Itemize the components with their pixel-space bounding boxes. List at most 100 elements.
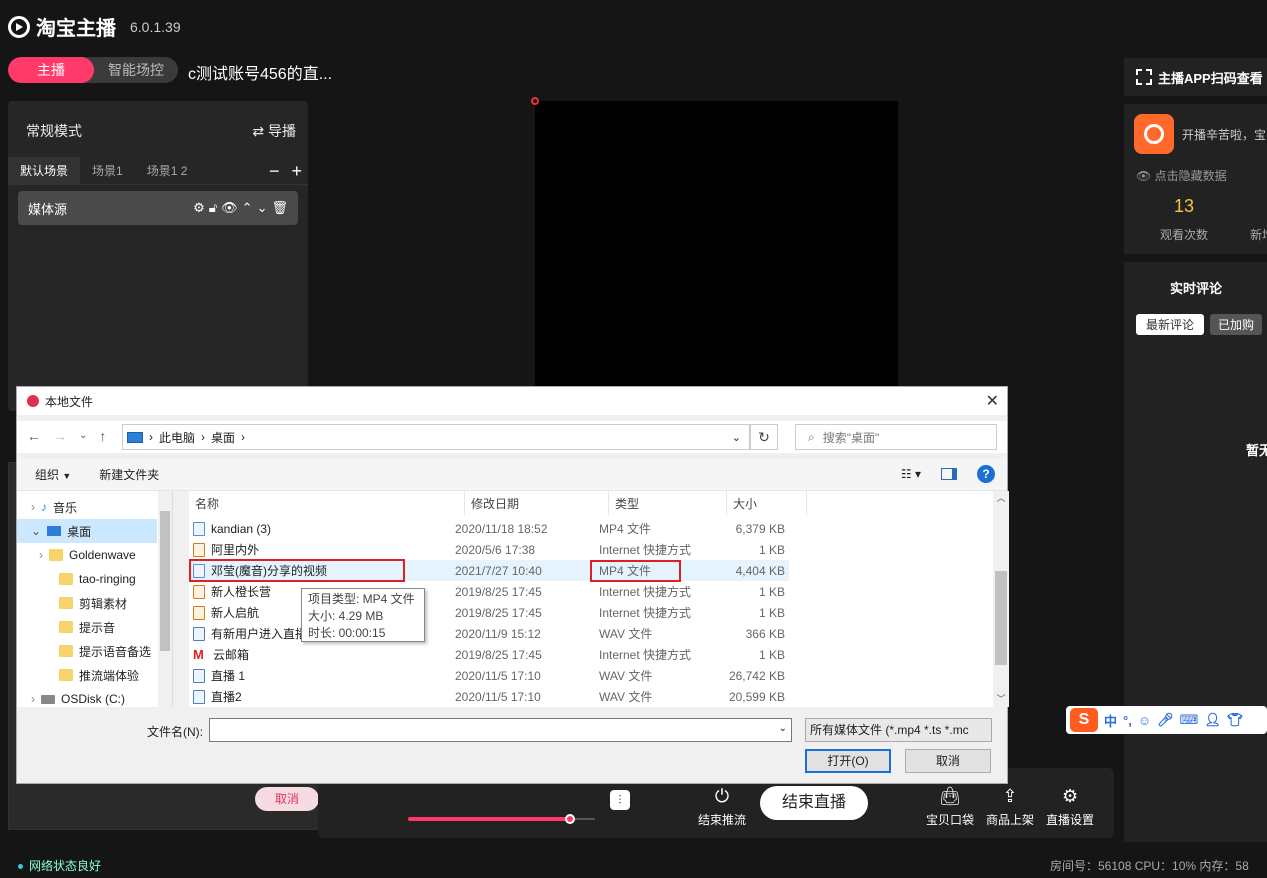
refresh-icon[interactable]: ↻ xyxy=(750,424,778,450)
video-file-icon xyxy=(193,521,205,536)
audio-file-icon xyxy=(193,668,205,683)
media-source-item[interactable]: 媒体源 ⚙ 🔓︎ 👁︎ ⌃ ⌄ 🗑︎ xyxy=(18,191,298,225)
tree-scrollbar[interactable] xyxy=(158,491,172,707)
skin-icon[interactable]: 👕︎ xyxy=(1227,712,1244,728)
chevron-down-icon[interactable]: ⌄ xyxy=(257,200,268,216)
tree-item-tao-ringing[interactable]: tao-ringing xyxy=(17,567,172,591)
close-icon[interactable]: ✕ xyxy=(986,391,999,411)
eye-icon[interactable]: 👁︎ xyxy=(221,200,238,216)
file-date: 2019/8/25 17:45 xyxy=(455,647,542,662)
volume-slider-handle[interactable] xyxy=(565,814,575,824)
breadcrumb-desktop[interactable]: 桌面 xyxy=(211,429,235,446)
tree-scroll-thumb[interactable] xyxy=(160,511,170,651)
file-row[interactable]: 新人启航 2019/8/25 17:45 Internet 快捷方式 1 KB xyxy=(189,602,789,623)
scan-qr-button[interactable]: 主播APP扫码查看 xyxy=(1124,58,1267,96)
live-stats-card: 开播辛苦啦，宝 👁︎ 点击隐藏数据 13 观看次数 新增 xyxy=(1124,104,1267,254)
file-row[interactable]: 新人橙长营 2019/8/25 17:45 Internet 快捷方式 1 KB xyxy=(189,581,789,602)
internet-shortcut-icon xyxy=(193,605,205,620)
forward-icon[interactable]: → xyxy=(53,428,67,444)
tree-item-tones[interactable]: 提示音 xyxy=(17,615,172,639)
lock-icon[interactable]: 🔓︎ xyxy=(209,200,217,216)
tab-added-cart[interactable]: 已加购 xyxy=(1210,314,1263,335)
file-row[interactable]: 直播 1 2020/11/5 17:10 WAV 文件 26,742 KB xyxy=(189,665,789,686)
organize-menu[interactable]: 组织 ▼ xyxy=(35,466,71,483)
scroll-down-icon[interactable]: ﹀ xyxy=(993,692,1009,705)
file-row[interactable]: 直播2 2020/11/5 17:10 WAV 文件 20,599 KB xyxy=(189,686,789,707)
back-icon[interactable]: ← xyxy=(27,428,41,444)
file-row[interactable]: 阿里内外 2020/5/6 17:38 Internet 快捷方式 1 KB xyxy=(189,539,789,560)
cancel-button[interactable]: 取消 xyxy=(905,749,991,773)
file-open-dialog: 本地文件 ✕ ← → ⌄ ↑ › 此电脑 › 桌面 › ⌄ ↻ ⌕ 搜索"桌面"… xyxy=(16,386,1009,784)
tree-item-osdisk[interactable]: › OSDisk (C:) xyxy=(17,687,172,707)
add-scene-icon[interactable]: + xyxy=(291,157,302,185)
mode-label: 常规模式 xyxy=(26,123,82,139)
breadcrumb-this-pc[interactable]: 此电脑 xyxy=(159,429,195,446)
guide-button[interactable]: ⇄ 导播 xyxy=(252,121,296,141)
end-live-button[interactable]: 结束直播 xyxy=(760,786,868,820)
tab-smart-control[interactable]: 智能场控 xyxy=(94,57,178,83)
column-date[interactable]: 修改日期 xyxy=(465,491,609,515)
search-input[interactable]: ⌕ 搜索"桌面" xyxy=(795,424,997,450)
scene-tab-1[interactable]: 场景1 xyxy=(80,157,135,185)
filetype-select[interactable]: 所有媒体文件 (*.mp4 *.ts *.mc xyxy=(805,718,992,742)
tab-latest-comments[interactable]: 最新评论 xyxy=(1136,314,1205,335)
list-scroll-thumb[interactable] xyxy=(995,571,1007,665)
new-folder-button[interactable]: 新建文件夹 xyxy=(99,466,159,483)
ime-lang[interactable]: 中 xyxy=(1104,711,1117,730)
recent-locations-icon[interactable]: ⌄ xyxy=(79,428,87,444)
file-row[interactable]: 有新用户进入直播 2020/11/9 15:12 WAV 文件 366 KB xyxy=(189,623,789,644)
file-type: Internet 快捷方式 xyxy=(599,585,692,599)
file-date: 2019/8/25 17:45 xyxy=(455,584,542,599)
breadcrumb-sep-icon: › xyxy=(201,430,206,444)
punctuation-icon[interactable]: °, xyxy=(1123,713,1132,728)
file-name: 新人启航 xyxy=(211,606,260,620)
ime-toolbar[interactable]: S 中 °, ☺ 🎤︎ ⌨ 👤︎ 👕︎ xyxy=(1066,706,1267,734)
remove-scene-icon[interactable]: − xyxy=(269,157,280,185)
product-bag-button[interactable]: 👜︎ 宝贝口袋 xyxy=(926,786,974,828)
gear-icon[interactable]: ⚙ xyxy=(193,200,205,216)
list-scrollbar[interactable]: ︿ ﹀ xyxy=(993,491,1009,707)
tree-item-clips[interactable]: 剪辑素材 xyxy=(17,591,172,615)
tree-item-voice-options[interactable]: 提示语音备选 xyxy=(17,639,172,663)
mixer-button[interactable]: ⫶ xyxy=(610,790,630,810)
column-name[interactable]: 名称 xyxy=(189,491,465,515)
address-bar[interactable]: › 此电脑 › 桌面 › ⌄ xyxy=(122,424,750,450)
preview-pane-icon[interactable] xyxy=(941,468,957,480)
user-icon[interactable]: 👤︎ xyxy=(1204,712,1221,728)
filename-input[interactable]: ⌄ xyxy=(209,718,792,742)
tree-label: 桌面 xyxy=(67,524,92,539)
room-info: 房间号：56108 CPU：10% 内存：58 xyxy=(1050,859,1249,873)
end-push-button[interactable]: ⏻ 结束推流 xyxy=(698,786,746,828)
hide-data-toggle[interactable]: 👁︎ 点击隐藏数据 xyxy=(1136,167,1227,184)
scene-tab-1-2[interactable]: 场景1 2 xyxy=(135,157,200,185)
tree-item-push-experience[interactable]: 推流端体验 xyxy=(17,663,172,687)
file-row[interactable]: kandian (3) 2020/11/18 18:52 MP4 文件 6,379 K… xyxy=(189,518,789,539)
mode-switch[interactable]: 主播 智能场控 xyxy=(8,57,178,83)
live-settings-button[interactable]: ⚙ 直播设置 xyxy=(1046,786,1094,828)
trash-icon[interactable]: 🗑︎ xyxy=(271,200,288,216)
keyboard-icon[interactable]: ⌨ xyxy=(1180,712,1199,728)
tab-anchor[interactable]: 主播 xyxy=(8,57,94,83)
address-dropdown-icon[interactable]: ⌄ xyxy=(732,431,741,444)
product-shelf-button[interactable]: ⇪ 商品上架 xyxy=(986,786,1034,828)
tree-item-desktop[interactable]: ⌄ 桌面 xyxy=(17,519,157,543)
popup-cancel-button[interactable]: 取消 xyxy=(255,787,319,811)
tree-item-music[interactable]: › ♪ 音乐 xyxy=(17,495,172,519)
up-icon[interactable]: ↑ xyxy=(99,428,106,444)
column-type[interactable]: 类型 xyxy=(609,491,727,515)
file-type: WAV 文件 xyxy=(599,669,653,683)
chevron-up-icon[interactable]: ⌃ xyxy=(242,200,253,216)
scene-tab-default[interactable]: 默认场景 xyxy=(8,156,81,185)
mic-icon[interactable]: 🎤︎ xyxy=(1157,712,1174,728)
help-icon[interactable]: ? xyxy=(977,465,995,483)
tree-item-goldenwave[interactable]: › Goldenwave xyxy=(17,543,172,567)
scroll-up-icon[interactable]: ︿ xyxy=(993,491,1009,504)
emoji-icon[interactable]: ☺ xyxy=(1138,713,1151,728)
view-options-icon[interactable]: ☷ ▾ xyxy=(901,467,921,481)
live-settings-label: 直播设置 xyxy=(1046,813,1095,827)
column-size[interactable]: 大小 xyxy=(727,491,807,515)
volume-slider-fill xyxy=(408,817,570,821)
chevron-down-icon[interactable]: ⌄ xyxy=(779,723,787,734)
open-button[interactable]: 打开(O) xyxy=(805,749,891,773)
file-row[interactable]: M 云邮箱 2019/8/25 17:45 Internet 快捷方式 1 KB xyxy=(189,644,789,665)
